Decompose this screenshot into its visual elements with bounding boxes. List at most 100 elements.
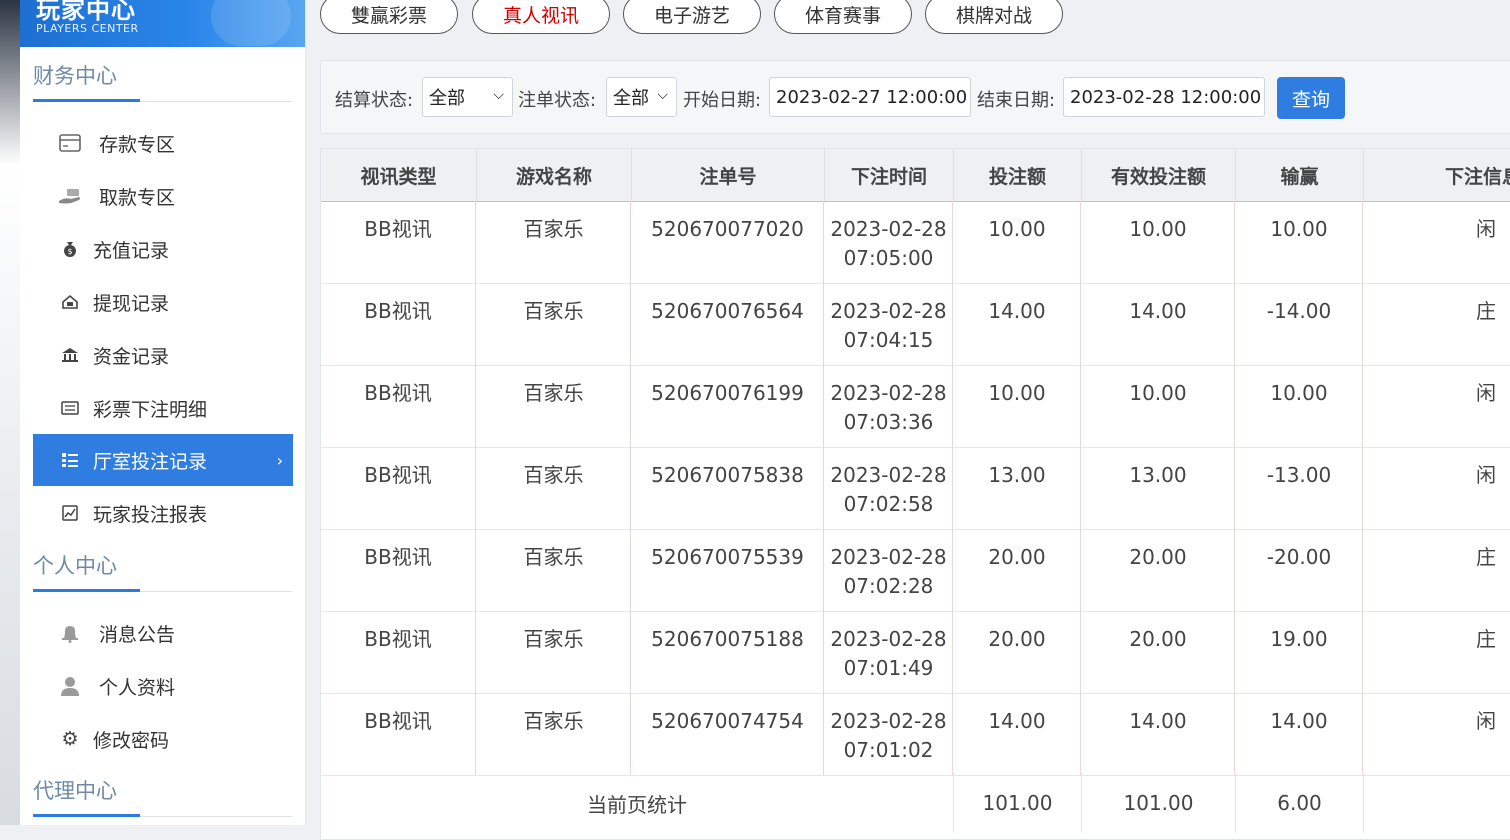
cell-valid-bet: 20.00 — [1082, 611, 1235, 693]
tab-chess-cards[interactable]: 棋牌对战 — [925, 0, 1063, 34]
cell-bet-amount: 20.00 — [954, 611, 1081, 693]
cell-order-number: 520670075539 — [632, 529, 824, 611]
cell-bet-time: 2023-02-28 07:03:36 — [825, 365, 953, 447]
cell-game: 百家乐 — [477, 529, 631, 611]
bet-clock-time: 07:05:00 — [843, 246, 934, 270]
settle-status-select[interactable]: 全部 ⌵ — [422, 77, 513, 117]
bet-clock-time: 07:02:58 — [843, 492, 934, 516]
sidebar-item-label: 彩票下注明细 — [93, 398, 208, 421]
tab-lottery[interactable]: 雙贏彩票 — [320, 0, 458, 34]
cell-win-loss: -13.00 — [1236, 447, 1363, 529]
order-status-value: 全部 — [613, 88, 649, 109]
withdraw-icon — [55, 294, 85, 310]
filter-bar: 结算状态: 全部 ⌵ 注单状态: 全部 ⌵ 开始日期: 2023-02-27 1… — [320, 60, 1510, 134]
cell-bet-time: 2023-02-28 07:02:58 — [825, 447, 953, 529]
cell-order-number: 520670076199 — [632, 365, 824, 447]
cell-bet-info: 庄 — [1364, 611, 1510, 693]
money-bag-icon: $ — [55, 240, 85, 258]
sidebar-item-label: 资金记录 — [93, 345, 170, 368]
col-header-time: 下注时间 — [825, 149, 954, 201]
cell-bet-info: 闲 — [1364, 447, 1510, 529]
chart-icon — [55, 505, 85, 521]
page-background — [0, 0, 20, 825]
bet-clock-time: 07:03:36 — [843, 410, 934, 434]
sidebar-item-label: 消息公告 — [99, 623, 176, 646]
bet-date: 2023-02-28 — [830, 463, 947, 487]
summary-valid-bet: 101.00 — [1082, 773, 1236, 833]
cell-win-loss: -14.00 — [1236, 283, 1363, 365]
col-header-bet-info: 下注信息 — [1364, 149, 1510, 201]
sidebar-item-withdraw-zone[interactable]: 取款专区 — [33, 170, 293, 222]
cell-bet-amount: 20.00 — [954, 529, 1081, 611]
cell-bet-time: 2023-02-28 07:01:02 — [825, 693, 953, 775]
sidebar-item-fund-records[interactable]: 资金记录 — [33, 329, 293, 381]
sidebar-item-profile[interactable]: 个人资料 — [33, 660, 293, 712]
col-header-win-loss: 输赢 — [1236, 149, 1364, 201]
cell-valid-bet: 13.00 — [1082, 447, 1235, 529]
sidebar-item-withdraw-records[interactable]: 提现记录 — [33, 276, 293, 328]
section-accent — [33, 814, 140, 817]
sidebar-item-label: 充值记录 — [93, 239, 170, 262]
sidebar-item-label: 存款专区 — [99, 133, 176, 156]
section-title-finance: 财务中心 — [33, 64, 117, 88]
col-header-valid-bet: 有效投注额 — [1082, 149, 1236, 201]
sidebar-item-label: 个人资料 — [99, 676, 176, 699]
bank-icon — [55, 347, 85, 363]
tab-e-games[interactable]: 电子游艺 — [623, 0, 761, 34]
sidebar-item-label: 厅室投注记录 — [93, 450, 208, 473]
sidebar-item-label: 取款专区 — [99, 186, 176, 209]
start-date-input[interactable]: 2023-02-27 12:00:00 — [769, 77, 971, 117]
cell-win-loss: -20.00 — [1236, 529, 1363, 611]
order-status-select[interactable]: 全部 ⌵ — [606, 77, 677, 117]
table-row: BB视讯 百家乐 520670076199 2023-02-28 07:03:36 10.… — [321, 365, 1510, 448]
cell-game: 百家乐 — [477, 611, 631, 693]
bell-icon — [55, 623, 85, 643]
cell-order-number: 520670074754 — [632, 693, 824, 775]
user-icon — [55, 676, 85, 696]
bet-clock-time: 07:01:02 — [843, 738, 934, 762]
cell-type: BB视讯 — [321, 529, 476, 611]
bet-date: 2023-02-28 — [830, 709, 947, 733]
cell-win-loss: 10.00 — [1236, 201, 1363, 283]
sidebar-item-deposit[interactable]: 存款专区 — [33, 117, 293, 169]
col-header-order: 注单号 — [632, 149, 825, 201]
chevron-right-icon: › — [276, 450, 283, 470]
cell-type: BB视讯 — [321, 201, 476, 283]
grid-list-icon — [55, 452, 85, 468]
card-icon — [55, 134, 85, 152]
cell-type: BB视讯 — [321, 365, 476, 447]
bet-date: 2023-02-28 — [830, 217, 947, 241]
chevron-down-icon: ⌵ — [657, 87, 668, 103]
cell-win-loss: 14.00 — [1236, 693, 1363, 775]
order-status-label: 注单状态: — [518, 90, 597, 111]
section-accent — [33, 99, 140, 102]
sidebar-item-player-report[interactable]: 玩家投注报表 — [33, 487, 293, 539]
col-header-bet: 投注额 — [954, 149, 1082, 201]
sidebar-item-label: 提现记录 — [93, 292, 170, 315]
end-date-input[interactable]: 2023-02-28 12:00:00 — [1063, 77, 1265, 117]
chevron-down-icon: ⌵ — [493, 87, 504, 103]
bet-date: 2023-02-28 — [830, 545, 947, 569]
sidebar-item-recharge-records[interactable]: $ 充值记录 — [33, 223, 293, 275]
sidebar-item-label: 修改密码 — [93, 729, 170, 752]
section-title-personal: 个人中心 — [33, 554, 117, 578]
cell-game: 百家乐 — [477, 365, 631, 447]
sidebar-item-change-password[interactable]: ⚙ 修改密码 — [33, 713, 293, 765]
cell-bet-amount: 14.00 — [954, 283, 1081, 365]
table-row: BB视讯 百家乐 520670074754 2023-02-28 07:01:02 14.… — [321, 693, 1510, 776]
col-header-type: 视讯类型 — [321, 149, 477, 201]
table-row: BB视讯 百家乐 520670075188 2023-02-28 07:01:49 20.… — [321, 611, 1510, 694]
sidebar-item-notices[interactable]: 消息公告 — [33, 607, 293, 659]
sidebar-item-hall-bets[interactable]: 厅室投注记录 › — [33, 434, 293, 486]
summary-bet: 101.00 — [954, 773, 1082, 833]
query-button[interactable]: 查询 — [1277, 77, 1345, 119]
sidebar-item-lottery-bets[interactable]: 彩票下注明细 — [33, 382, 293, 434]
tab-live-video[interactable]: 真人视讯 — [472, 0, 610, 34]
table-row: BB视讯 百家乐 520670076564 2023-02-28 07:04:15 14.… — [321, 283, 1510, 366]
cell-order-number: 520670077020 — [632, 201, 824, 283]
cell-bet-amount: 10.00 — [954, 201, 1081, 283]
cell-bet-amount: 14.00 — [954, 693, 1081, 775]
table-header: 视讯类型 游戏名称 注单号 下注时间 投注额 有效投注额 输赢 下注信息 — [321, 149, 1510, 202]
cell-order-number: 520670075188 — [632, 611, 824, 693]
tab-sports[interactable]: 体育赛事 — [774, 0, 912, 34]
